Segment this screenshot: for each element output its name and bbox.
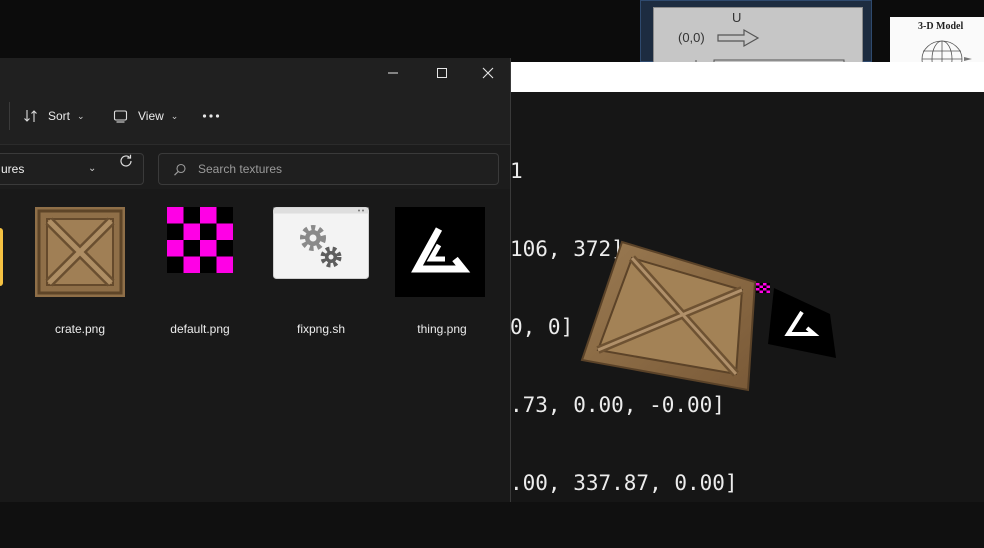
file-name: default.png	[170, 322, 230, 336]
view-icon	[113, 110, 128, 123]
diagram-preview: U (0,0)	[653, 7, 863, 64]
render-viewport	[580, 240, 836, 392]
file-name: thing.png	[417, 322, 467, 336]
explorer-titlebar[interactable]	[0, 58, 510, 88]
search-input[interactable]: Search textures	[158, 153, 499, 185]
file-name: crate.png	[54, 322, 106, 336]
background-window-thumbnail[interactable]: U (0,0)	[640, 0, 872, 64]
more-options-button[interactable]	[202, 102, 229, 130]
view-label: View	[138, 109, 164, 123]
arrow-icon	[695, 28, 845, 64]
chevron-down-icon: ⌄	[77, 110, 85, 121]
file-list: crate.png default.png fixpng.sh thing.pn…	[0, 189, 510, 502]
more-icon	[202, 114, 220, 118]
search-icon	[174, 163, 186, 176]
model-card[interactable]: 3-D Model	[890, 17, 984, 62]
explorer-toolbar: Sort ⌄ View ⌄	[0, 88, 510, 145]
minimize-icon	[388, 72, 398, 74]
file-name: fixpng.sh	[296, 322, 346, 336]
refresh-button[interactable]	[118, 153, 134, 173]
address-path: ures	[1, 162, 25, 176]
sort-label: Sort	[48, 109, 71, 123]
refresh-icon	[120, 154, 132, 167]
view-button[interactable]: View ⌄	[113, 102, 178, 130]
chevron-down-icon: ⌄	[170, 110, 179, 121]
file-explorer-window[interactable]: Sort ⌄ View ⌄ ures ⌄ Search textures cra…	[0, 58, 511, 502]
chevron-down-icon[interactable]: ⌄	[88, 163, 96, 174]
render-window[interactable]: 1 106, 372] 0, 0] .73, 0.00, -0.00] .00,…	[510, 62, 984, 502]
sort-button[interactable]: Sort ⌄	[23, 102, 85, 130]
address-bar: ures ⌄ Search textures	[0, 145, 510, 189]
close-button[interactable]	[465, 58, 510, 88]
sort-icon	[24, 110, 37, 122]
search-placeholder: Search textures	[198, 162, 283, 176]
thing-texture-mesh	[768, 288, 836, 358]
toolbar-divider	[9, 102, 10, 130]
maximize-button[interactable]	[419, 58, 465, 88]
crate-mesh	[580, 240, 757, 392]
minimize-button[interactable]	[370, 58, 416, 88]
globe-icon	[921, 40, 972, 62]
checkerboard-icon	[167, 207, 233, 273]
close-icon	[482, 67, 494, 79]
default-texture-mesh	[756, 283, 770, 293]
folder-icon[interactable]	[0, 228, 3, 286]
triangle-logo-icon	[395, 207, 485, 297]
maximize-icon	[437, 68, 447, 78]
crate-texture-icon	[35, 207, 125, 297]
script-gears-icon	[273, 207, 369, 279]
